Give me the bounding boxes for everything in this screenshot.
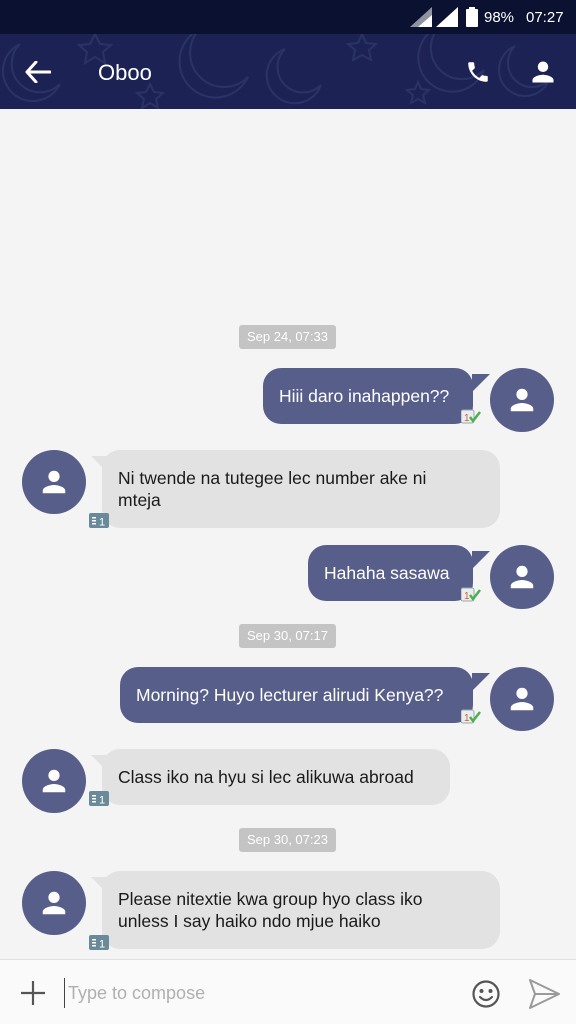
incoming-message[interactable]: Ni twende na tutegee lec number ake ni m… [102, 450, 500, 528]
avatar[interactable] [22, 749, 86, 813]
sim1-icon: 1 [89, 935, 109, 950]
call-button[interactable] [458, 52, 498, 92]
date-chip: Sep 30, 07:17 [239, 624, 336, 648]
svg-text:1: 1 [99, 795, 105, 807]
avatar[interactable] [22, 871, 86, 935]
message-text-line: unless I say haiko ndo mjue haiko [118, 911, 381, 931]
message-text: Class iko na hyu si lec alikuwa abroad [118, 767, 414, 787]
svg-text:1: 1 [464, 413, 470, 424]
avatar[interactable] [490, 667, 554, 731]
bubble-tail [472, 673, 490, 691]
clock: 07:27 [526, 9, 564, 26]
person-icon [42, 891, 66, 915]
back-button[interactable] [18, 54, 58, 90]
signal-icon [410, 7, 432, 27]
signal-icon-2 [436, 7, 458, 27]
incoming-message[interactable]: Please nitextie kwa group hyo class iko … [102, 871, 500, 949]
outgoing-message[interactable]: Hahaha sasawa [308, 545, 473, 601]
message-text: Morning? Huyo lecturer alirudi Kenya?? [136, 685, 444, 705]
sim1-delivered-icon: 1 [461, 709, 481, 724]
contact-name: Oboo [98, 60, 152, 85]
message-text-line: Please nitextie kwa group hyo class iko [118, 889, 423, 909]
person-icon [510, 388, 534, 412]
date-chip: Sep 30, 07:23 [239, 828, 336, 852]
message-text: Hahaha sasawa [324, 563, 450, 583]
sim1-delivered-icon: 1 [461, 409, 481, 424]
battery-level: 98% [484, 9, 515, 26]
attach-button[interactable] [14, 976, 52, 1010]
person-icon [42, 470, 66, 494]
plus-icon [21, 981, 45, 1005]
battery-icon [466, 7, 478, 27]
send-button[interactable] [524, 974, 564, 1014]
emoji-button[interactable] [468, 976, 504, 1012]
avatar[interactable] [22, 450, 86, 514]
svg-text:1: 1 [464, 713, 470, 724]
outgoing-message[interactable]: Morning? Huyo lecturer alirudi Kenya?? [120, 667, 473, 723]
svg-text:1: 1 [99, 517, 105, 529]
message-text-line: mteja [118, 490, 161, 510]
conversation-view[interactable]: Sep 24, 07:33 Hiii daro inahappen?? 1 Ni… [0, 109, 576, 959]
avatar[interactable] [490, 368, 554, 432]
compose-input[interactable] [64, 978, 444, 1008]
phone-icon [468, 62, 488, 82]
sim1-icon: 1 [89, 513, 109, 528]
message-text-line: Ni twende na tutegee lec number ake ni [118, 468, 427, 488]
compose-bar [0, 959, 576, 1024]
bubble-tail [472, 551, 490, 569]
person-icon [42, 769, 66, 793]
person-icon [532, 61, 554, 83]
sim1-icon: 1 [89, 791, 109, 806]
bubble-tail [472, 374, 490, 392]
person-icon [510, 687, 534, 711]
contact-info-button[interactable] [522, 52, 564, 92]
message-text: Hiii daro inahappen?? [279, 386, 450, 406]
outgoing-message[interactable]: Hiii daro inahappen?? [263, 368, 473, 424]
incoming-message[interactable]: Class iko na hyu si lec alikuwa abroad [102, 749, 450, 805]
status-bar: 98% 07:27 [0, 0, 576, 34]
emoji-icon [472, 980, 500, 1008]
send-icon [529, 979, 560, 1009]
svg-text:1: 1 [99, 939, 105, 951]
back-arrow-icon [25, 61, 51, 83]
svg-text:1: 1 [464, 591, 470, 602]
person-icon [510, 565, 534, 589]
app-bar: Oboo [0, 34, 576, 109]
avatar[interactable] [490, 545, 554, 609]
date-chip: Sep 24, 07:33 [239, 325, 336, 349]
sim1-delivered-icon: 1 [461, 587, 481, 602]
